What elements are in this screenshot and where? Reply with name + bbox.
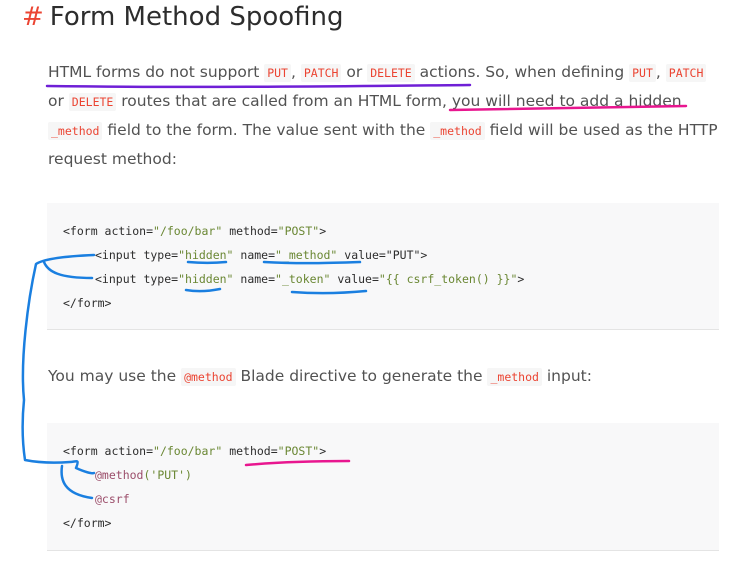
blade-paragraph: You may use the @method Blade directive …: [48, 362, 718, 391]
intro-paragraph: HTML forms do not support PUT, PATCH or …: [48, 58, 718, 173]
code-line: <form action="/foo/bar" method="POST">: [63, 224, 327, 238]
inline-code: _method: [487, 368, 542, 386]
page-title: # Form Method Spoofing: [22, 2, 344, 32]
code-block-blade[interactable]: <form action="/foo/bar" method="POST"> @…: [47, 423, 719, 551]
inline-code: DELETE: [68, 93, 117, 111]
page-title-text: Form Method Spoofing: [49, 2, 344, 32]
inline-code: DELETE: [367, 64, 415, 82]
code-line: <input type="hidden" name="_method" valu…: [95, 248, 428, 262]
inline-code: PUT: [264, 64, 291, 82]
inline-code: @method: [181, 368, 236, 386]
inline-code: PUT: [629, 64, 656, 82]
inline-code: _method: [430, 122, 485, 140]
intro-line-2: or DELETE routes that are called from an…: [48, 92, 682, 111]
code-line: </form>: [63, 516, 112, 530]
code-line: </form>: [63, 296, 112, 310]
inline-code: PATCH: [665, 64, 707, 82]
intro-line-4: request method:: [48, 150, 177, 168]
inline-code: PATCH: [300, 64, 342, 82]
inline-code: _method: [48, 122, 103, 140]
code-line: @method('PUT'): [95, 468, 192, 482]
code-line: <form action="/foo/bar" method="POST">: [63, 444, 327, 458]
code-line: @csrf: [95, 492, 130, 506]
heading-anchor-link[interactable]: #: [22, 2, 44, 32]
blade-line: You may use the @method Blade directive …: [48, 367, 592, 386]
intro-line-1: HTML forms do not support PUT, PATCH or …: [48, 58, 718, 87]
intro-line-3: _method field to the form. The value sen…: [48, 116, 718, 145]
code-block-form-html[interactable]: <form action="/foo/bar" method="POST"> <…: [47, 203, 719, 330]
code-line: <input type="hidden" name="_token" value…: [95, 272, 525, 286]
